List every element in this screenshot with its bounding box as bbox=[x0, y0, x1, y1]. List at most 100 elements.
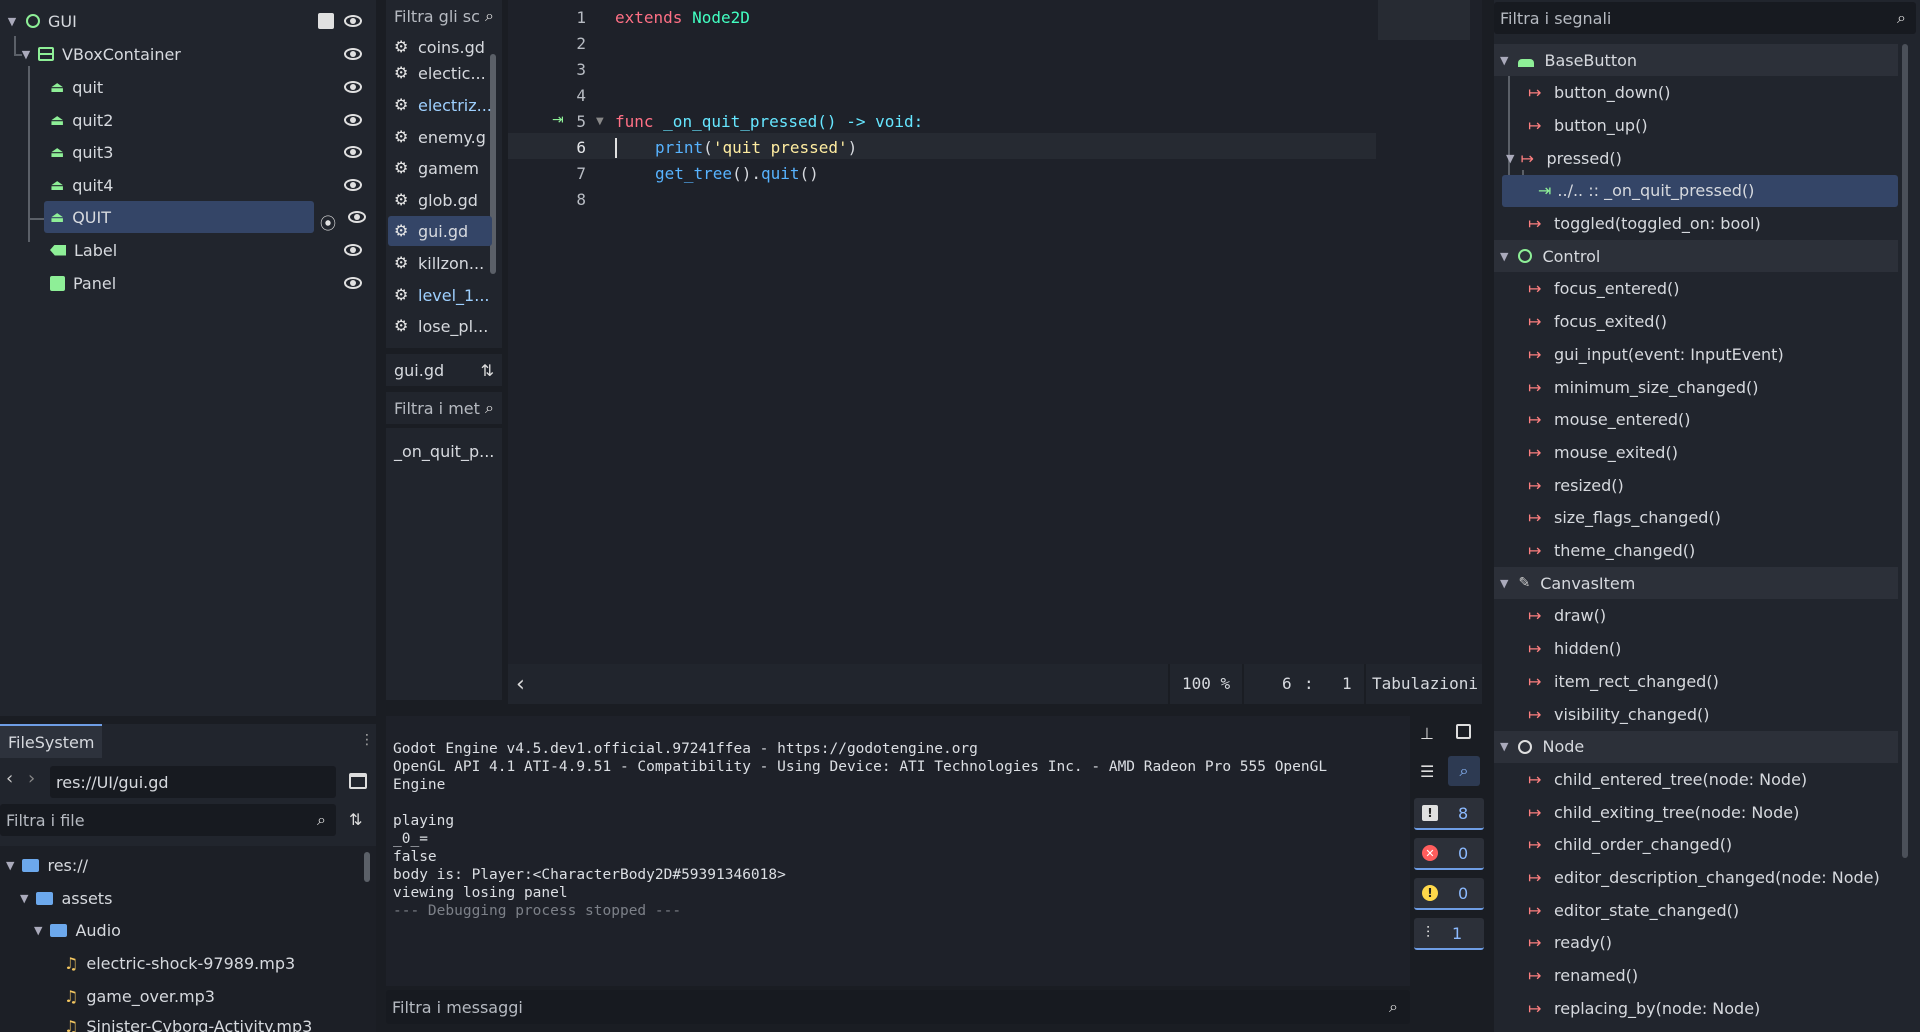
script-filter-input[interactable]: Filtra gli sc ⌕ bbox=[386, 0, 502, 32]
fs-item-audio-file[interactable]: ♫ game_over.mp3 bbox=[64, 980, 215, 1012]
script-item[interactable]: ⚙ gamem bbox=[388, 153, 492, 183]
signal-item[interactable]: ↦ replacing_by(node: Node) bbox=[1528, 992, 1760, 1024]
script-item[interactable]: ⚙ electriz... bbox=[388, 90, 492, 120]
filter-debug-toggle[interactable]: ⫶ 1 bbox=[1414, 918, 1484, 950]
forward-arrow-icon[interactable]: › bbox=[28, 768, 35, 789]
signal-item[interactable]: ↦ mouse_exited() bbox=[1528, 436, 1678, 468]
signal-item[interactable]: ↦ resized() bbox=[1528, 469, 1624, 501]
chevron-down-icon[interactable]: ▼ bbox=[1500, 740, 1508, 753]
minimap[interactable] bbox=[1378, 0, 1470, 40]
visibility-eye-icon[interactable] bbox=[344, 48, 362, 60]
chevron-down-icon[interactable]: ▼ bbox=[20, 48, 32, 61]
signal-item[interactable]: ↦ renamed() bbox=[1528, 960, 1638, 992]
scene-node-quit2[interactable]: ⏏ quit2 bbox=[50, 104, 372, 136]
filter-errors-toggle[interactable]: ✕ 0 bbox=[1414, 838, 1484, 870]
signal-item[interactable]: ↦ toggled(toggled_on: bool) bbox=[1528, 208, 1761, 240]
zoom-level[interactable]: 100 % bbox=[1182, 674, 1230, 693]
sort-icon[interactable]: ⇅ bbox=[481, 361, 494, 380]
collapse-icon[interactable]: ☰ bbox=[1420, 762, 1434, 781]
menu-dots-icon[interactable]: ⋮ bbox=[360, 732, 374, 748]
search-toggle-icon[interactable]: ⌕ bbox=[1448, 756, 1480, 786]
signal-section-control[interactable]: ▼ Control bbox=[1494, 240, 1898, 273]
code-editor[interactable]: 1 2 3 4 ⇥ 5 ▼ 6 7 8 extends Node2D func … bbox=[508, 0, 1482, 664]
script-item[interactable]: ⚙ lose_pl... bbox=[388, 311, 492, 341]
scene-node-gui[interactable]: ▼ GUI bbox=[6, 5, 372, 37]
signal-section-canvasitem[interactable]: ▼ ✎ CanvasItem bbox=[1494, 567, 1898, 600]
chevron-down-icon[interactable]: ▼ bbox=[1500, 250, 1508, 263]
chevron-down-icon[interactable]: ▼ bbox=[1500, 54, 1508, 67]
signal-item[interactable]: ↦ hidden() bbox=[1528, 633, 1621, 665]
signal-item[interactable]: ↦ draw() bbox=[1528, 600, 1606, 632]
visibility-eye-icon[interactable] bbox=[348, 211, 366, 223]
chevron-down-icon[interactable]: ▼ bbox=[6, 15, 18, 28]
scrollbar-thumb[interactable] bbox=[364, 852, 370, 882]
split-view-icon[interactable] bbox=[349, 773, 367, 789]
signal-item[interactable]: ↦ theme_changed() bbox=[1528, 535, 1695, 567]
scene-node-panel[interactable]: Panel bbox=[50, 267, 372, 299]
scene-node-quit[interactable]: ⏏ quit bbox=[50, 71, 372, 103]
signal-section-node[interactable]: ▼ Node bbox=[1494, 730, 1898, 763]
chevron-left-icon[interactable]: ‹ bbox=[516, 672, 525, 697]
signal-item[interactable]: ↦ child_order_changed() bbox=[1528, 829, 1732, 861]
signal-connection-item[interactable]: ⇥ ../.. :: _on_quit_pressed() bbox=[1502, 174, 1898, 207]
script-item[interactable]: ⚙ enemy.g bbox=[388, 122, 492, 152]
visibility-eye-icon[interactable] bbox=[344, 179, 362, 191]
back-arrow-icon[interactable]: ‹ bbox=[6, 768, 13, 789]
signal-item[interactable]: ↦ size_flags_changed() bbox=[1528, 502, 1721, 534]
signal-item[interactable]: ↦ button_up() bbox=[1528, 109, 1648, 141]
signal-item-expanded[interactable]: ▼ ↦ pressed() bbox=[1506, 142, 1622, 174]
method-item[interactable]: _on_quit_p... bbox=[394, 442, 494, 461]
signal-item[interactable]: ↦ editor_state_changed() bbox=[1528, 894, 1739, 926]
scene-node-vboxcontainer[interactable]: ▼ VBoxContainer bbox=[20, 38, 372, 70]
fs-item-audio[interactable]: ▼ Audio bbox=[34, 914, 121, 946]
fs-item-audio-file[interactable]: ♫ Sinister-Cyborg-Activity.mp3 bbox=[64, 1010, 312, 1032]
scene-node-quit4[interactable]: ⏏ quit4 bbox=[50, 169, 372, 201]
signal-item[interactable]: ↦ child_exiting_tree(node: Node) bbox=[1528, 796, 1799, 828]
signal-item[interactable]: ↦ item_rect_changed() bbox=[1528, 665, 1719, 697]
copy-icon[interactable] bbox=[1456, 724, 1471, 739]
signal-item[interactable]: ↦ minimum_size_changed() bbox=[1528, 371, 1758, 403]
signal-item[interactable]: ↦ focus_exited() bbox=[1528, 306, 1667, 338]
visibility-eye-icon[interactable] bbox=[344, 277, 362, 289]
visibility-eye-icon[interactable] bbox=[344, 146, 362, 158]
script-item[interactable]: ⚙ glob.gd bbox=[388, 185, 492, 215]
signal-connection-icon[interactable]: ⦿ bbox=[320, 210, 336, 234]
indent-mode[interactable]: Tabulazioni bbox=[1372, 674, 1478, 693]
fold-chevron-icon[interactable]: ▼ bbox=[596, 116, 604, 127]
fs-item-res[interactable]: ▼ res:// bbox=[6, 849, 88, 881]
script-item-selected[interactable]: ⚙ gui.gd bbox=[388, 216, 492, 246]
chevron-down-icon[interactable]: ▼ bbox=[6, 859, 14, 872]
scene-node-quit3[interactable]: ⏏ quit3 bbox=[50, 136, 372, 168]
signal-filter-input[interactable]: Filtra i segnali ⌕ bbox=[1494, 2, 1916, 34]
output-filter-input[interactable]: Filtra i messaggi ⌕ bbox=[386, 990, 1410, 1024]
fs-item-assets[interactable]: ▼ assets bbox=[20, 882, 112, 914]
method-filter-input[interactable]: Filtra i met ⌕ bbox=[386, 392, 502, 424]
sort-icon[interactable]: ⇅ bbox=[349, 810, 362, 829]
fs-item-audio-file[interactable]: ♫ electric-shock-97989.mp3 bbox=[64, 947, 295, 979]
chevron-down-icon[interactable]: ▼ bbox=[20, 892, 28, 905]
signal-section-basebutton[interactable]: ▼ BaseButton bbox=[1494, 44, 1898, 76]
visibility-eye-icon[interactable] bbox=[344, 15, 362, 27]
visibility-eye-icon[interactable] bbox=[344, 114, 362, 126]
signal-item[interactable]: ↦ visibility_changed() bbox=[1528, 698, 1709, 730]
signal-item[interactable]: ↦ gui_input(event: InputEvent) bbox=[1528, 338, 1784, 370]
visibility-eye-icon[interactable] bbox=[344, 81, 362, 93]
filesystem-path-input[interactable]: res://UI/gui.gd bbox=[50, 766, 336, 798]
scrollbar-thumb[interactable] bbox=[1902, 44, 1908, 858]
scene-node-label-node[interactable]: Label bbox=[50, 234, 372, 266]
filesystem-filter-input[interactable]: Filtra i file ⌕ bbox=[0, 804, 336, 836]
clear-output-icon[interactable]: ⊥ bbox=[1420, 724, 1434, 743]
filter-warnings-toggle[interactable]: ! 0 bbox=[1414, 878, 1484, 910]
chevron-down-icon[interactable]: ▼ bbox=[1500, 577, 1508, 590]
chevron-down-icon[interactable]: ▼ bbox=[34, 924, 42, 937]
filter-messages-toggle[interactable]: ! 8 bbox=[1414, 798, 1484, 830]
chevron-down-icon[interactable]: ▼ bbox=[1506, 152, 1514, 165]
script-item[interactable]: ⚙ electic... bbox=[388, 58, 492, 88]
filesystem-tab[interactable]: FileSystem bbox=[0, 724, 102, 758]
script-item[interactable]: ⚙ level_1... bbox=[388, 280, 492, 310]
visibility-eye-icon[interactable] bbox=[344, 244, 362, 256]
scene-node-quit-selected[interactable]: ⏏ QUIT bbox=[44, 201, 314, 233]
signal-item[interactable]: ↦ child_entered_tree(node: Node) bbox=[1528, 763, 1807, 795]
signal-item[interactable]: ↦ ready() bbox=[1528, 927, 1612, 959]
signal-item[interactable]: ↦ editor_description_changed(node: Node) bbox=[1528, 862, 1880, 894]
